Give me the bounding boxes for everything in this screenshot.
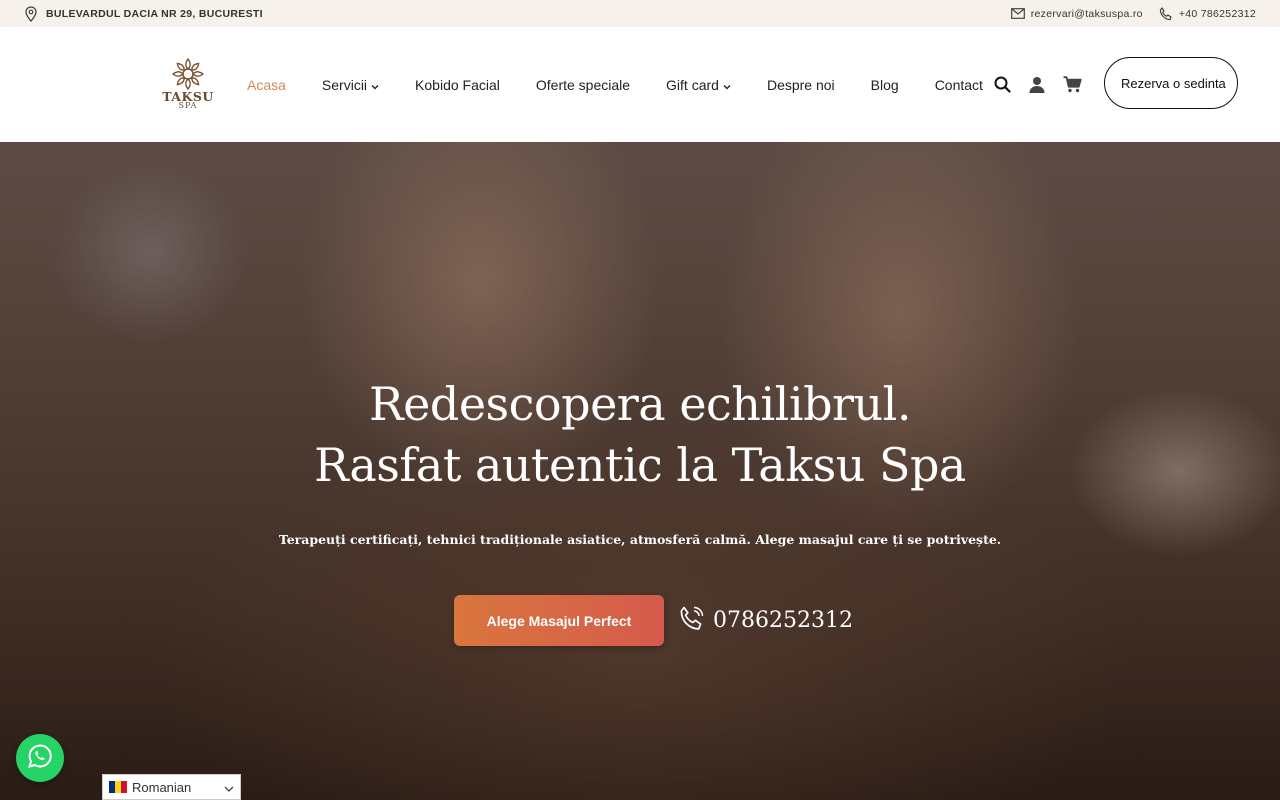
nav-item-label: Blog (870, 76, 899, 93)
phone-link[interactable]: +40 786252312 (1159, 6, 1256, 21)
email-text: rezervari@taksuspa.ro (1030, 7, 1143, 20)
hero-tagline: Terapeuți certificați, tehnici tradițion… (278, 532, 1002, 547)
whatsapp-chat-button[interactable] (16, 734, 64, 782)
nav-item-blog[interactable]: Blog (871, 77, 899, 93)
nav-item-contact[interactable]: Contact (935, 77, 983, 93)
whatsapp-icon (27, 743, 53, 774)
nav-item-label: Despre noi (766, 76, 835, 93)
nav-item-label: Kobido Facial (415, 76, 500, 93)
chevron-down-icon (224, 780, 234, 795)
contact-info: rezervari@taksuspa.ro +40 786252312 (1010, 0, 1256, 27)
nav-item-label: Gift card (666, 76, 719, 93)
nav-item-kobido-facial[interactable]: Kobido Facial (415, 77, 500, 93)
hero-title-line2: Rasfat autentic la Taksu Spa (314, 438, 966, 492)
site-logo[interactable]: TAKSU SPA (160, 57, 216, 117)
nav-item-label: Acasa (247, 76, 286, 93)
email-link[interactable]: rezervari@taksuspa.ro (1010, 7, 1143, 20)
book-session-button[interactable]: Rezerva o sedinta (1104, 57, 1238, 109)
choose-massage-button[interactable]: Alege Masajul Perfect (454, 595, 664, 646)
phone-text: +40 786252312 (1178, 7, 1256, 20)
hero-phone-number: 0786252312 (713, 607, 853, 633)
hero-title: Redescopera echilibrul. Rasfat autentic … (0, 374, 1280, 496)
nav-item-despre-noi[interactable]: Despre noi (767, 77, 835, 93)
hero-phone-link[interactable]: 0786252312 (679, 602, 853, 638)
location-pin-icon (24, 5, 38, 22)
nav-item-label: Contact (934, 76, 983, 93)
nav-item-gift-card[interactable]: Gift card (666, 77, 731, 93)
nav-item-label: Servicii (321, 76, 368, 93)
romania-flag-icon (109, 781, 127, 793)
phone-icon (1159, 6, 1173, 21)
address-text: BULEVARDUL DACIA NR 29, BUCURESTI (46, 7, 263, 20)
hero-section: Redescopera echilibrul. Rasfat autentic … (0, 142, 1280, 800)
phone-icon (679, 605, 705, 636)
address-info: BULEVARDUL DACIA NR 29, BUCURESTI (24, 0, 263, 27)
mandala-flower-icon (160, 57, 216, 91)
user-icon[interactable] (1029, 76, 1045, 93)
nav-item-acasa[interactable]: Acasa (247, 77, 286, 93)
language-selector[interactable]: Romanian (102, 774, 241, 800)
envelope-icon (1010, 8, 1025, 19)
nav-item-oferte-speciale[interactable]: Oferte speciale (536, 77, 630, 93)
search-icon[interactable] (994, 76, 1011, 93)
hero-title-line1: Redescopera echilibrul. (369, 377, 911, 431)
nav-item-label: Oferte speciale (535, 76, 631, 93)
chevron-down-icon (723, 77, 731, 93)
chevron-down-icon (371, 77, 379, 93)
header-icons (994, 27, 1082, 142)
top-bar: BULEVARDUL DACIA NR 29, BUCURESTI rezerv… (0, 0, 1280, 27)
language-label: Romanian (132, 779, 192, 795)
nav-item-servicii[interactable]: Servicii (322, 77, 379, 93)
main-nav: Acasa Servicii Kobido Facial Oferte spec… (247, 27, 983, 142)
site-header: TAKSU SPA Acasa Servicii Kobido Facial O… (0, 27, 1280, 142)
cart-icon[interactable] (1063, 76, 1082, 93)
